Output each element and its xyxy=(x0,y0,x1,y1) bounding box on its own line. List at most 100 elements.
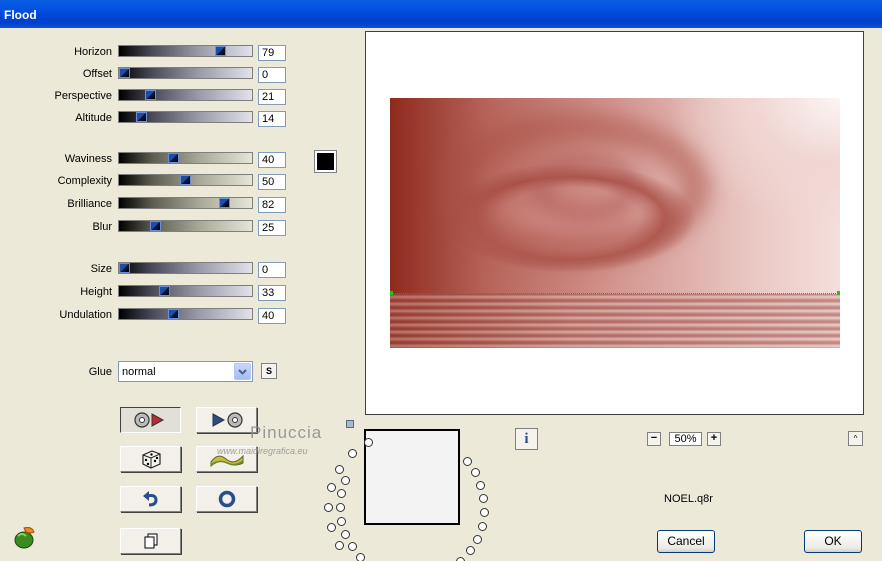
dial-ring[interactable] xyxy=(336,503,345,512)
circle-button[interactable] xyxy=(196,486,257,512)
watermark-text: Pinuccia xyxy=(250,423,323,442)
slider-label: Undulation xyxy=(59,309,112,321)
dial-ring[interactable] xyxy=(470,468,480,478)
circle-icon xyxy=(218,490,235,508)
complexity-slider[interactable] xyxy=(118,174,253,186)
dial-ring[interactable] xyxy=(341,529,351,539)
dial-ring[interactable] xyxy=(334,464,344,474)
dial-ring[interactable] xyxy=(356,553,366,561)
info-button[interactable]: i xyxy=(515,428,538,450)
copy-icon xyxy=(144,533,157,549)
size-slider[interactable] xyxy=(118,262,253,274)
dial-ring[interactable] xyxy=(326,522,336,532)
altitude-value-field[interactable]: 14 xyxy=(258,111,286,127)
slider-thumb[interactable] xyxy=(168,153,179,163)
random-button[interactable] xyxy=(120,446,181,472)
dial-ring[interactable] xyxy=(326,483,336,493)
ok-button[interactable]: OK xyxy=(804,530,862,553)
dial-ring[interactable] xyxy=(324,503,333,512)
undulation-value-field[interactable]: 40 xyxy=(258,308,286,324)
copy-button[interactable] xyxy=(120,528,181,554)
slider-label: Offset xyxy=(82,68,112,80)
water-reflection xyxy=(390,294,840,348)
slider-thumb[interactable] xyxy=(168,309,179,319)
dial-ring[interactable] xyxy=(472,534,482,544)
zoom-level: 50% xyxy=(669,432,702,446)
slider-row-undulation: Undulation 40 xyxy=(0,308,290,324)
offset-value-field[interactable]: 0 xyxy=(258,67,286,83)
play-disc-button[interactable] xyxy=(196,407,257,433)
glue-label: Glue xyxy=(88,366,112,378)
dial-ring[interactable] xyxy=(477,521,487,531)
title-bar[interactable]: Flood xyxy=(0,0,882,28)
complexity-value-field[interactable]: 50 xyxy=(258,174,286,190)
blur-slider[interactable] xyxy=(118,220,253,232)
glue-s-button[interactable]: S xyxy=(261,363,277,379)
dial-ring[interactable] xyxy=(337,489,347,499)
corner-handle[interactable] xyxy=(346,420,354,428)
horizon-handle-right[interactable] xyxy=(837,291,840,295)
slider-thumb[interactable] xyxy=(119,68,130,78)
dropdown-arrow-icon[interactable] xyxy=(234,363,251,380)
dial-ring[interactable] xyxy=(347,542,357,552)
perspective-value-field[interactable]: 21 xyxy=(258,89,286,105)
slider-thumb[interactable] xyxy=(219,198,230,208)
altitude-slider[interactable] xyxy=(118,111,253,123)
waviness-value-field[interactable]: 40 xyxy=(258,152,286,168)
horizon-slider[interactable] xyxy=(118,45,253,57)
slider-thumb[interactable] xyxy=(136,112,147,122)
brilliance-slider[interactable] xyxy=(118,197,253,209)
zoom-out-button[interactable]: − xyxy=(647,432,661,446)
color-swatch[interactable] xyxy=(314,150,337,173)
height-slider[interactable] xyxy=(118,285,253,297)
dial-ring[interactable] xyxy=(334,541,344,551)
slider-thumb[interactable] xyxy=(119,263,130,273)
dial-ring[interactable] xyxy=(479,494,489,504)
horizon-handle-left[interactable] xyxy=(390,291,393,295)
dial-ring[interactable] xyxy=(476,480,486,490)
slider-label: Blur xyxy=(92,221,112,233)
undulation-slider[interactable] xyxy=(118,308,253,320)
slider-label: Height xyxy=(80,286,112,298)
height-value-field[interactable]: 33 xyxy=(258,285,286,301)
dial-ring[interactable] xyxy=(465,546,475,556)
preview-panel[interactable] xyxy=(365,31,864,415)
brilliance-value-field[interactable]: 82 xyxy=(258,197,286,213)
size-value-field[interactable]: 0 xyxy=(258,262,286,278)
waviness-slider[interactable] xyxy=(118,152,253,164)
window-title: Flood xyxy=(4,8,37,22)
zoom-in-button[interactable]: + xyxy=(707,432,721,446)
dial-ring[interactable] xyxy=(347,449,357,459)
offset-slider[interactable] xyxy=(118,67,253,79)
dialog-body: Horizon 79 Offset 0 Perspective 21 Altitude 14 W… xyxy=(0,28,882,561)
slider-label: Perspective xyxy=(54,90,112,102)
slider-thumb[interactable] xyxy=(150,221,161,231)
dice-icon xyxy=(141,450,161,469)
apply-to-image-button[interactable] xyxy=(120,407,181,433)
horizon-line[interactable] xyxy=(390,293,840,294)
slider-row-altitude: Altitude 14 xyxy=(0,111,290,127)
dial-ring[interactable] xyxy=(463,456,473,466)
dial-ring[interactable] xyxy=(479,508,489,518)
glue-select[interactable]: normal xyxy=(118,361,253,382)
collapse-up-button[interactable]: ^ xyxy=(848,431,863,446)
slider-row-horizon: Horizon 79 xyxy=(0,45,290,61)
blur-value-field[interactable]: 25 xyxy=(258,220,286,236)
slider-thumb[interactable] xyxy=(145,90,156,100)
slider-label: Brilliance xyxy=(67,198,112,210)
perspective-slider[interactable] xyxy=(118,89,253,101)
dial-ring[interactable] xyxy=(341,476,351,486)
slider-thumb[interactable] xyxy=(159,286,170,296)
slider-row-size: Size 0 xyxy=(0,262,290,278)
slider-thumb[interactable] xyxy=(180,175,191,185)
thumbnail-preview[interactable] xyxy=(364,429,460,525)
dial-ring[interactable] xyxy=(456,556,466,561)
cancel-button[interactable]: Cancel xyxy=(657,530,715,553)
reset-button[interactable] xyxy=(120,486,181,512)
slider-row-brilliance: Brilliance 82 xyxy=(0,197,290,213)
disc-play-icon xyxy=(133,412,164,428)
horizon-value-field[interactable]: 79 xyxy=(258,45,286,61)
slider-label: Waviness xyxy=(64,153,112,165)
dial-ring[interactable] xyxy=(337,516,347,526)
slider-thumb[interactable] xyxy=(215,46,226,56)
